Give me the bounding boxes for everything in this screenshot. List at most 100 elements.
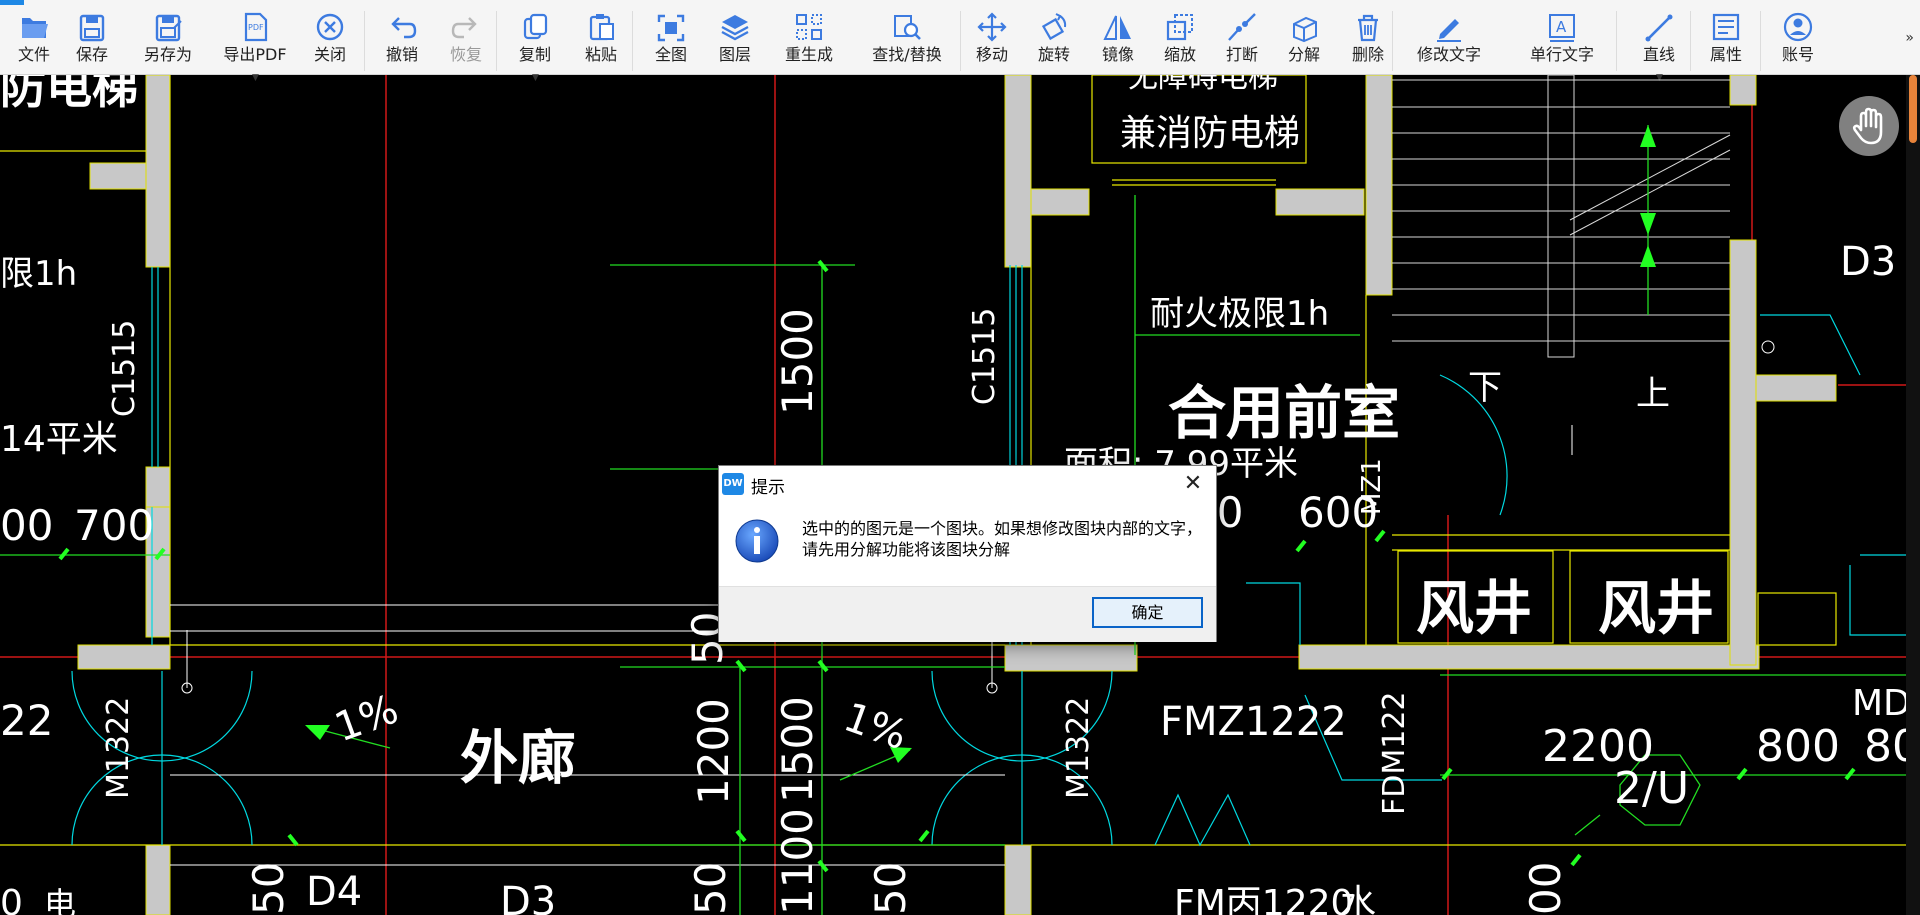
toolbar-label: 镜像: [1101, 45, 1134, 64]
toolbar-edit-text-button[interactable]: 修改文字: [1400, 7, 1498, 73]
text-room-front[interactable]: 合用前室: [1168, 379, 1400, 447]
text-bottom-left[interactable]: 0: [0, 883, 23, 915]
toolbar-label: 打断: [1225, 45, 1258, 64]
toolbar-label: 删除: [1351, 45, 1384, 64]
text-bottom-left-2[interactable]: 电: [44, 885, 76, 915]
text-fire-elevator[interactable]: 防电梯: [0, 75, 138, 114]
vertical-scrollbar[interactable]: [1906, 75, 1920, 915]
toolbar-find-replace-button[interactable]: 查找/替换: [852, 7, 962, 73]
toolbar-save-button[interactable]: 保存: [62, 7, 122, 73]
dialog-titlebar[interactable]: DW 提示 ✕: [719, 466, 1216, 502]
toolbar-regenerate-button[interactable]: 重生成: [766, 7, 852, 73]
stair-treads: [1392, 75, 1731, 358]
edit-text-icon: [1437, 19, 1461, 42]
text-dim-1200[interactable]: 1200: [689, 698, 738, 805]
toolbar-separator: [1690, 11, 1691, 71]
toolbar-layers-button[interactable]: 图层: [704, 7, 766, 73]
text-dim-700-right[interactable]: 700: [74, 501, 154, 550]
text-fire-limit-left[interactable]: 限1h: [0, 254, 77, 294]
dialog-footer: 确定: [719, 586, 1216, 642]
text-shaft-1[interactable]: 风井: [1416, 574, 1532, 642]
text-dim-1500-bottom[interactable]: 1500: [773, 696, 822, 803]
export-pdf-icon: PDF: [244, 12, 268, 42]
toolbar-properties-button[interactable]: 属性: [1696, 7, 1756, 73]
toolbar-delete-button[interactable]: 删除: [1338, 7, 1398, 73]
text-dim-50-c[interactable]: 50: [686, 862, 735, 915]
toolbar-line-button[interactable]: 直线 ▼: [1626, 7, 1692, 83]
scale-icon: [1166, 14, 1193, 41]
text-dim-50-d[interactable]: 50: [866, 862, 915, 915]
toolbar-move-button[interactable]: 移动: [962, 7, 1022, 73]
toolbar-explode-button[interactable]: 分解: [1274, 7, 1334, 73]
scrollbar-thumb[interactable]: [1909, 75, 1917, 143]
toolbar-label: 属性: [1709, 45, 1742, 64]
text-dim-700-left[interactable]: 00: [0, 501, 53, 550]
text-label-d3-b[interactable]: D3: [500, 879, 556, 915]
toolbar-undo-button[interactable]: 撤销: [372, 7, 432, 73]
text-door-m1322-left[interactable]: M1322: [101, 697, 136, 799]
text-window-c1515-center[interactable]: C1515: [967, 308, 1002, 405]
hand-icon: [1852, 107, 1883, 145]
toolbar-separator: [1392, 11, 1393, 71]
toolbar-single-line-text-button[interactable]: A 单行文字: [1498, 7, 1626, 73]
toolbar-file-open-button[interactable]: 文件: [4, 7, 64, 73]
toolbar-redo-button[interactable]: 恢复: [436, 7, 496, 73]
account-icon: [1783, 12, 1813, 42]
text-dim-50-b[interactable]: 50: [244, 862, 293, 915]
move-icon: [977, 12, 1007, 42]
toolbar-save-as-button[interactable]: 另存为: [128, 7, 208, 73]
toolbar-label: 账号: [1781, 45, 1814, 64]
text-water[interactable]: 水: [1340, 883, 1376, 915]
text-shaft-2[interactable]: 风井: [1598, 574, 1714, 642]
toolbar-rotate-button[interactable]: 旋转: [1024, 7, 1084, 73]
toolbar-scale-button[interactable]: 缩放: [1150, 7, 1210, 73]
text-d3-right[interactable]: D3: [1840, 239, 1896, 285]
text-dim-1100[interactable]: 1100: [773, 808, 822, 915]
toolbar-separator: [1616, 11, 1617, 71]
properties-icon: [1712, 13, 1740, 41]
toolbar-overflow-button[interactable]: »: [1905, 30, 1914, 46]
close-circle-icon: [316, 13, 344, 41]
file-open-icon: [22, 18, 48, 38]
text-dim-1500-top[interactable]: 1500: [773, 308, 822, 415]
text-dim-00[interactable]: 00: [1521, 862, 1570, 915]
text-door-fm[interactable]: FM丙1220: [1174, 883, 1353, 915]
dialog-close-button[interactable]: ✕: [1178, 470, 1208, 498]
text-door-m1322-right[interactable]: M1322: [1061, 697, 1096, 799]
toolbar-export-pdf-button[interactable]: PDF 导出PDF ▼: [208, 7, 302, 83]
toolbar-label: 旋转: [1037, 45, 1070, 64]
mirror-icon: [1103, 15, 1131, 40]
text-axis-2u[interactable]: 2/U: [1614, 763, 1689, 814]
info-icon: [735, 519, 779, 563]
toolbar-close-circle-button[interactable]: 关闭: [302, 7, 358, 73]
text-corridor[interactable]: 外廊: [460, 724, 576, 792]
text-label-d4[interactable]: D4: [306, 869, 362, 915]
text-fire-elevator-2[interactable]: 兼消防电梯: [1120, 113, 1300, 154]
save-icon: [79, 14, 105, 42]
text-door-fmz[interactable]: FMZ1222: [1160, 699, 1347, 745]
toolbar-break-button[interactable]: 打断: [1212, 7, 1272, 73]
text-window-c1515-left[interactable]: C1515: [107, 320, 142, 417]
text-fire-limit-center[interactable]: 耐火极限1h: [1150, 294, 1329, 334]
pan-hand-button[interactable]: [1839, 96, 1899, 156]
text-area-left[interactable]: 14平米: [0, 419, 118, 460]
toolbar-account-button[interactable]: 账号: [1768, 7, 1828, 73]
text-stair-up[interactable]: 上: [1636, 374, 1670, 414]
toolbar-label: 查找/替换: [872, 45, 942, 64]
toolbar-separator: [1760, 11, 1761, 71]
undo-icon: [391, 17, 417, 39]
text-dim-800-a[interactable]: 800: [1756, 721, 1840, 772]
ok-button[interactable]: 确定: [1092, 597, 1203, 628]
text-slope-left[interactable]: 1%: [329, 686, 404, 751]
text-door-mz[interactable]: MZ1: [1357, 458, 1387, 515]
toolbar-copy-button[interactable]: 复制 ▼: [504, 7, 566, 83]
text-fire-elevator-top[interactable]: 无障碍电梯: [1128, 75, 1278, 95]
text-num-222[interactable]: 22: [0, 696, 53, 745]
text-door-fdm[interactable]: FDM122: [1377, 691, 1412, 815]
text-stair-down[interactable]: 下: [1468, 368, 1502, 408]
toolbar-mirror-button[interactable]: 镜像: [1088, 7, 1148, 73]
toolbar-separator: [496, 11, 497, 71]
toolbar-label: 撤销: [385, 45, 418, 64]
toolbar-zoom-extents-button[interactable]: 全图: [640, 7, 702, 73]
toolbar-paste-button[interactable]: 粘贴: [570, 7, 632, 73]
